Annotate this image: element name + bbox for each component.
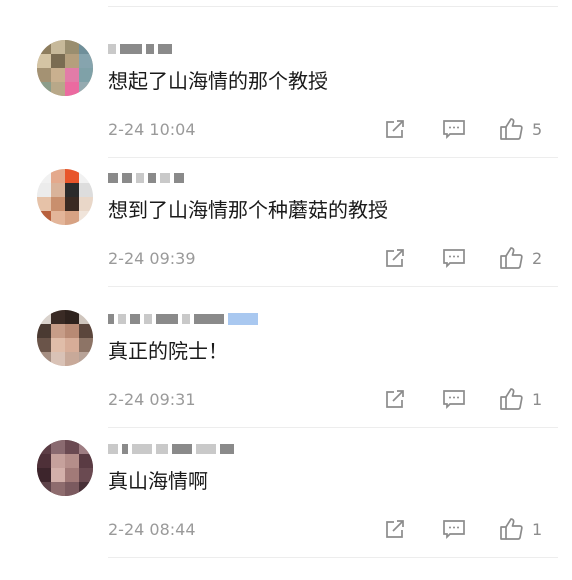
thumbs-up-icon xyxy=(500,247,523,269)
comment-text: 想起了山海情的那个教授 xyxy=(108,69,328,93)
avatar[interactable] xyxy=(37,440,93,496)
comment-item: 真正的院士！ 2-24 09:31 1 xyxy=(0,310,572,450)
like-count: 5 xyxy=(532,119,543,139)
like-count: 2 xyxy=(532,248,543,268)
comment-time: 2-24 09:31 xyxy=(108,390,196,409)
like-button[interactable]: 5 xyxy=(498,116,542,142)
comment-button[interactable] xyxy=(441,245,467,271)
comment-text: 真山海情啊 xyxy=(108,469,208,493)
comment-icon xyxy=(443,390,465,410)
avatar[interactable] xyxy=(37,40,93,96)
like-count: 1 xyxy=(532,519,543,539)
comment-icon xyxy=(443,249,465,269)
comment-divider xyxy=(108,157,558,158)
like-button[interactable]: 2 xyxy=(498,245,542,271)
share-icon xyxy=(386,390,404,408)
username-redacted[interactable] xyxy=(108,171,184,185)
comment-divider xyxy=(108,557,558,558)
comment-divider xyxy=(108,427,558,428)
like-button[interactable]: 1 xyxy=(498,516,542,542)
avatar[interactable] xyxy=(37,310,93,366)
share-button[interactable] xyxy=(383,245,407,271)
thumbs-up-icon xyxy=(500,518,523,540)
username-redacted[interactable] xyxy=(108,312,258,326)
username-redacted[interactable] xyxy=(108,442,234,456)
comment-item: 真山海情啊 2-24 08:44 1 xyxy=(0,440,572,580)
like-button[interactable]: 1 xyxy=(498,386,542,412)
share-button[interactable] xyxy=(383,116,407,142)
comment-button[interactable] xyxy=(441,386,467,412)
like-count: 1 xyxy=(532,389,543,409)
avatar[interactable] xyxy=(37,169,93,225)
comment-time: 2-24 08:44 xyxy=(108,520,196,539)
comment-divider xyxy=(108,286,558,287)
comment-text: 真正的院士！ xyxy=(108,339,228,363)
comment-item: 想到了山海情那个种蘑菇的教授 2-24 09:39 2 xyxy=(0,169,572,309)
comment-icon xyxy=(443,120,465,140)
share-icon xyxy=(386,120,404,138)
comment-time: 2-24 09:39 xyxy=(108,249,196,268)
comment-item: 想起了山海情的那个教授 2-24 10:04 5 xyxy=(0,40,572,180)
comment-time: 2-24 10:04 xyxy=(108,120,196,139)
share-button[interactable] xyxy=(383,516,407,542)
thumbs-up-icon xyxy=(500,118,523,140)
thumbs-up-icon xyxy=(500,388,523,410)
share-icon xyxy=(386,249,404,267)
comment-icon xyxy=(443,520,465,540)
share-icon xyxy=(386,520,404,538)
share-button[interactable] xyxy=(383,386,407,412)
top-divider xyxy=(108,6,558,7)
username-redacted[interactable] xyxy=(108,42,172,56)
comment-button[interactable] xyxy=(441,116,467,142)
comment-text: 想到了山海情那个种蘑菇的教授 xyxy=(108,198,388,222)
comment-button[interactable] xyxy=(441,516,467,542)
